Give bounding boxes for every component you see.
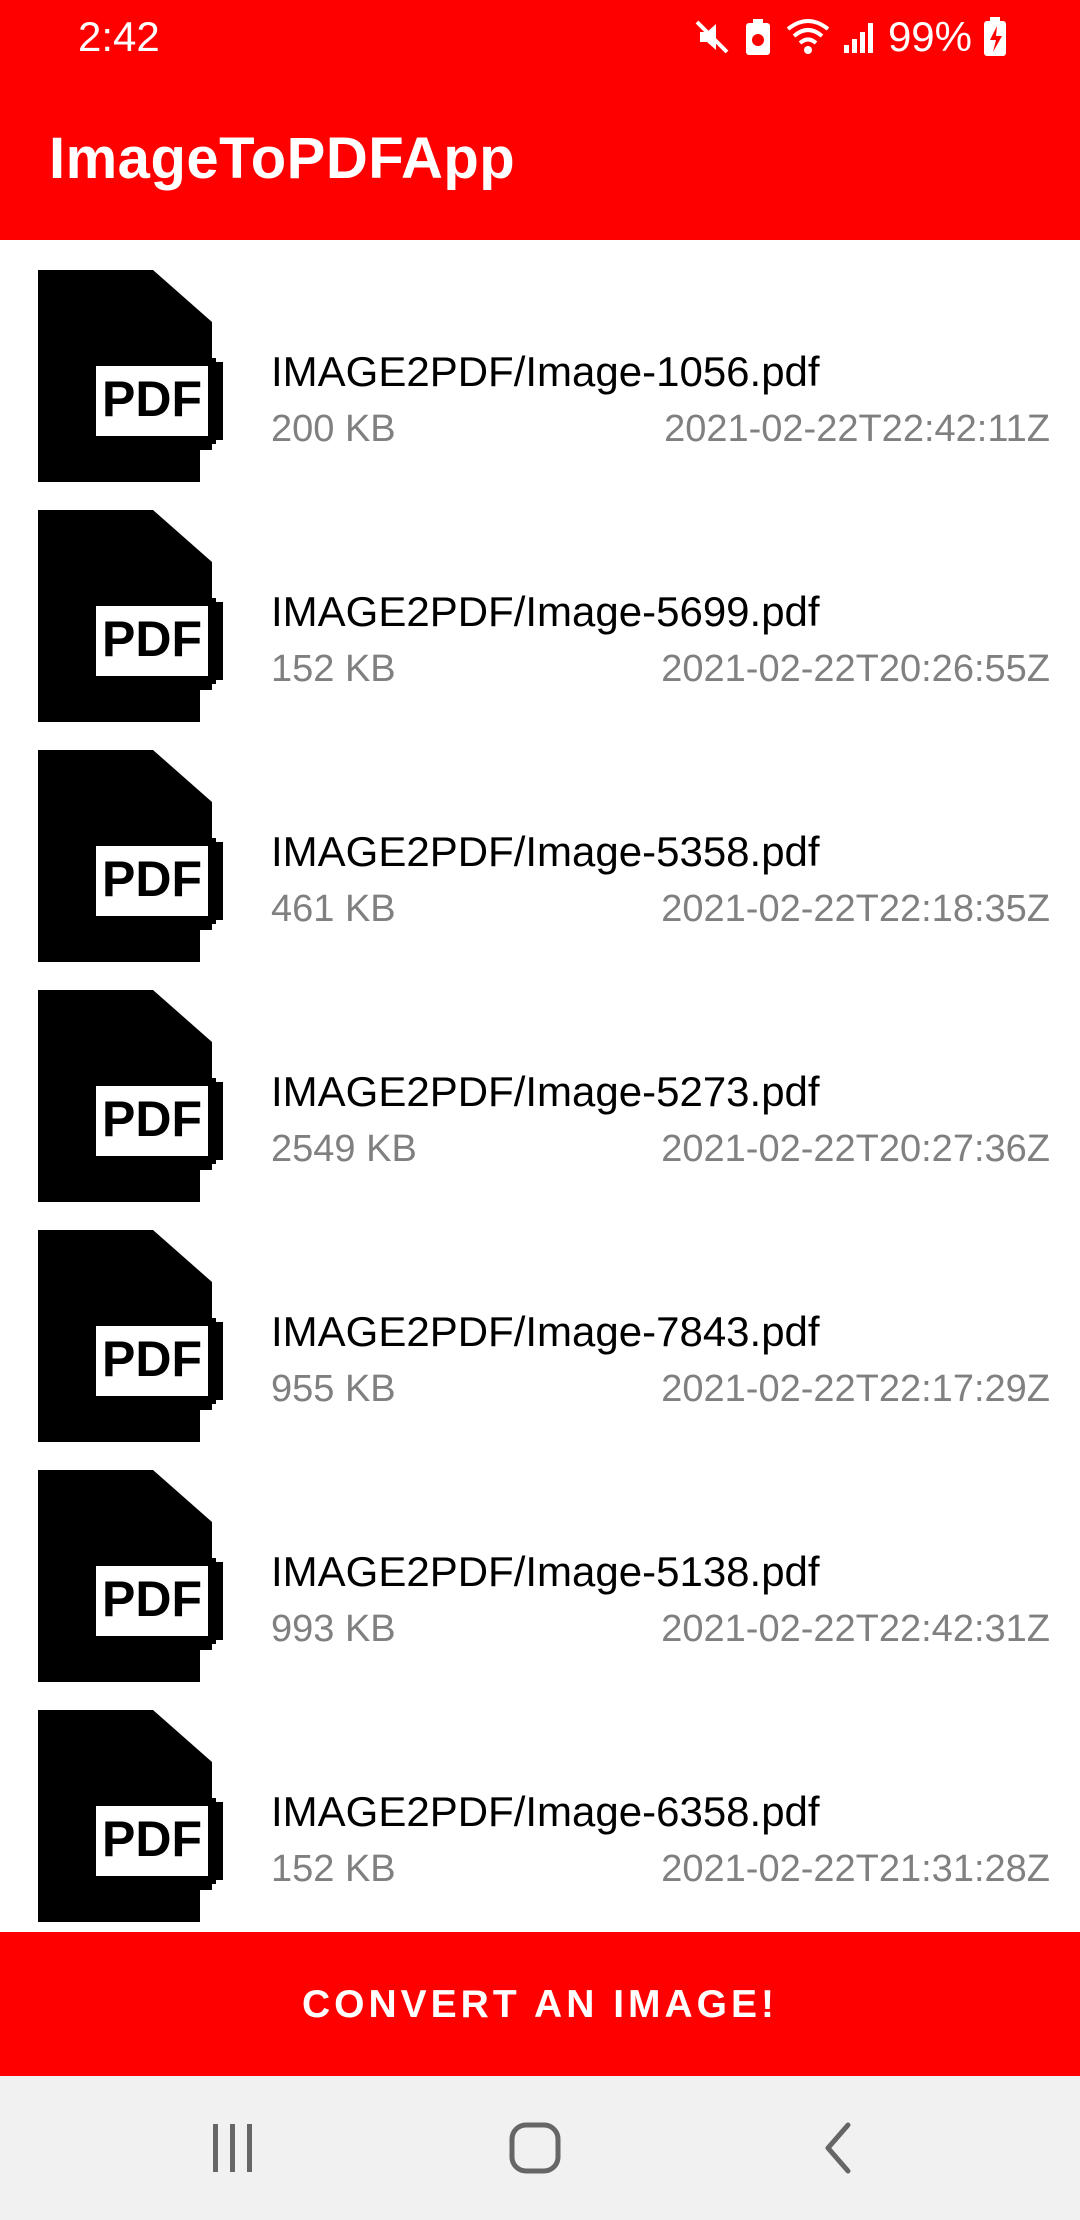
- file-date: 2021-02-22T22:42:11Z: [664, 408, 1050, 450]
- file-list-item[interactable]: PDF IMAGE2PDF/Image-1056.pdf 200 KB 2021…: [0, 244, 1080, 484]
- pdf-file-icon: PDF: [38, 1230, 223, 1442]
- app-bar: ImageToPDFApp: [0, 75, 1080, 240]
- pdf-file-icon: PDF: [38, 1710, 223, 1922]
- pdf-file-icon: PDF: [38, 990, 223, 1202]
- file-list-item[interactable]: PDF IMAGE2PDF/Image-5358.pdf 461 KB 2021…: [0, 724, 1080, 964]
- battery-charging-icon: [982, 16, 1008, 58]
- pdf-icon-label: PDF: [102, 851, 202, 907]
- file-size: 461 KB: [271, 888, 396, 930]
- file-date: 2021-02-22T22:17:29Z: [661, 1368, 1050, 1410]
- pdf-icon-label: PDF: [102, 1571, 202, 1627]
- file-list-item[interactable]: PDF IMAGE2PDF/Image-5138.pdf 993 KB 2021…: [0, 1444, 1080, 1684]
- file-size: 152 KB: [271, 1848, 396, 1890]
- file-name: IMAGE2PDF/Image-6358.pdf: [271, 1788, 820, 1835]
- pdf-icon-label: PDF: [102, 1331, 202, 1387]
- file-name: IMAGE2PDF/Image-5699.pdf: [271, 588, 820, 635]
- wifi-icon: [784, 17, 832, 57]
- file-size: 2549 KB: [271, 1128, 417, 1170]
- pdf-file-icon: PDF: [38, 270, 223, 482]
- recent-apps-icon: [213, 2124, 252, 2172]
- file-name: IMAGE2PDF/Image-1056.pdf: [271, 348, 820, 395]
- file-size: 993 KB: [271, 1608, 396, 1650]
- file-list-item[interactable]: PDF IMAGE2PDF/Image-5273.pdf 2549 KB 202…: [0, 964, 1080, 1204]
- file-date: 2021-02-22T20:27:36Z: [661, 1128, 1050, 1170]
- file-date: 2021-02-22T22:18:35Z: [661, 888, 1050, 930]
- home-icon: [509, 2122, 561, 2174]
- pdf-icon-label: PDF: [102, 1811, 202, 1867]
- pdf-file-icon: PDF: [38, 750, 223, 962]
- pdf-icon-label: PDF: [102, 611, 202, 667]
- file-list-item[interactable]: PDF IMAGE2PDF/Image-5699.pdf 152 KB 2021…: [0, 484, 1080, 724]
- signal-icon: [842, 17, 878, 57]
- file-list-item[interactable]: PDF IMAGE2PDF/Image-6358.pdf 152 KB 2021…: [0, 1684, 1080, 1924]
- file-name: IMAGE2PDF/Image-5358.pdf: [271, 828, 820, 875]
- file-name: IMAGE2PDF/Image-5138.pdf: [271, 1548, 820, 1595]
- home-button[interactable]: [480, 2106, 590, 2190]
- file-date: 2021-02-22T22:42:31Z: [661, 1608, 1050, 1650]
- file-list-item[interactable]: PDF IMAGE2PDF/Image-7843.pdf 955 KB 2021…: [0, 1204, 1080, 1444]
- status-icons: 99%: [692, 10, 1008, 64]
- mute-icon: [692, 17, 732, 57]
- back-button[interactable]: [783, 2106, 893, 2190]
- file-date: 2021-02-22T20:26:55Z: [661, 648, 1050, 690]
- battery-percentage: 99%: [887, 13, 972, 60]
- status-time: 2:42: [78, 13, 160, 60]
- file-date: 2021-02-22T21:31:28Z: [661, 1848, 1050, 1890]
- pdf-icon-label: PDF: [102, 371, 202, 427]
- app-title: ImageToPDFApp: [49, 126, 516, 191]
- battery-saver-icon: [742, 17, 774, 57]
- file-size: 955 KB: [271, 1368, 396, 1410]
- pdf-icon-label: PDF: [102, 1091, 202, 1147]
- file-name: IMAGE2PDF/Image-7843.pdf: [271, 1308, 820, 1355]
- pdf-file-icon: PDF: [38, 1470, 223, 1682]
- pdf-file-icon: PDF: [38, 510, 223, 722]
- back-icon: [825, 2122, 851, 2174]
- file-list[interactable]: PDF IMAGE2PDF/Image-1056.pdf 200 KB 2021…: [0, 244, 1080, 1932]
- recent-apps-button[interactable]: [178, 2106, 288, 2190]
- status-bar: 2:42 99%: [0, 0, 1080, 75]
- file-size: 200 KB: [271, 408, 396, 450]
- file-size: 152 KB: [271, 648, 396, 690]
- convert-image-button[interactable]: CONVERT AN IMAGE!: [0, 1932, 1080, 2076]
- file-name: IMAGE2PDF/Image-5273.pdf: [271, 1068, 820, 1115]
- navigation-bar: [0, 2076, 1080, 2220]
